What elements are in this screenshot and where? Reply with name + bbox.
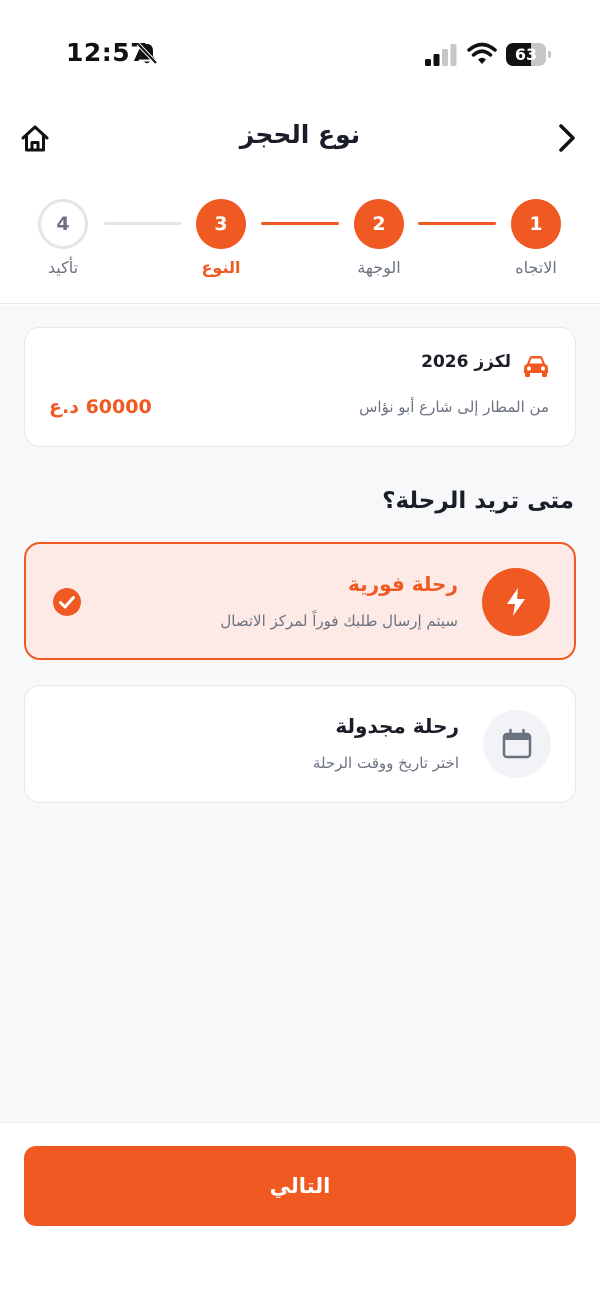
car-name: لكزز 2026 [421, 352, 511, 372]
instant-option-description: سيتم إرسال طلبك فوراً لمركز الاتصال [220, 612, 458, 630]
instant-option-icon [482, 568, 550, 636]
scheduled-option-description: اختر تاريخ ووقت الرحلة [312, 754, 459, 772]
page-title: نوع الحجز [239, 120, 361, 149]
battery-indicator: 63 [506, 43, 552, 66]
car-icon [524, 356, 548, 377]
route-text: من المطار إلى شارع أبو نؤاس [359, 398, 549, 416]
bottom-action-bar: التالي [0, 1124, 600, 1298]
step-3-circle[interactable]: 3 [196, 199, 246, 249]
cellular-signal-icon [425, 44, 457, 66]
step-2-circle[interactable]: 2 [354, 199, 404, 249]
step-connector [104, 222, 182, 225]
step-1-circle[interactable]: 1 [511, 199, 561, 249]
step-1-label: الاتجاه [515, 258, 557, 277]
step-connector [261, 222, 339, 225]
app-header: نوع الحجز [0, 100, 600, 180]
step-4-circle[interactable]: 4 [38, 199, 88, 249]
status-bar: 12:57 63 [0, 0, 600, 100]
trip-summary-card: لكزز 2026 من المطار إلى شارع أبو نؤاس 60… [24, 327, 576, 447]
trip-time-question: متى تريد الرحلة؟ [382, 488, 574, 514]
instant-trip-option[interactable]: رحلة فورية سيتم إرسال طلبك فوراً لمركز ا… [24, 542, 576, 660]
next-button[interactable]: التالي [24, 1146, 576, 1226]
bell-muted-icon [136, 42, 158, 65]
check-circle-icon [53, 588, 81, 616]
instant-option-title: رحلة فورية [348, 572, 458, 596]
step-3-label: النوع [201, 258, 241, 277]
scheduled-option-title: رحلة مجدولة [335, 714, 459, 738]
step-4-label: تأكيد [47, 258, 79, 277]
battery-percent: 63 [514, 45, 538, 64]
trip-price: 60000 د.ع [49, 396, 152, 418]
step-2-label: الوجهة [357, 258, 401, 277]
step-connector [418, 222, 496, 225]
scheduled-option-icon [483, 710, 551, 778]
calendar-icon [502, 728, 532, 759]
wifi-icon [467, 42, 497, 64]
lightning-icon [507, 588, 525, 616]
scheduled-trip-option[interactable]: رحلة مجدولة اختر تاريخ ووقت الرحلة [24, 685, 576, 803]
main-content: لكزز 2026 من المطار إلى شارع أبو نؤاس 60… [0, 305, 600, 1123]
booking-stepper: 1 2 3 4 الاتجاه الوجهة النوع تأكيد [0, 180, 600, 304]
chevron-right-icon[interactable] [556, 122, 580, 154]
